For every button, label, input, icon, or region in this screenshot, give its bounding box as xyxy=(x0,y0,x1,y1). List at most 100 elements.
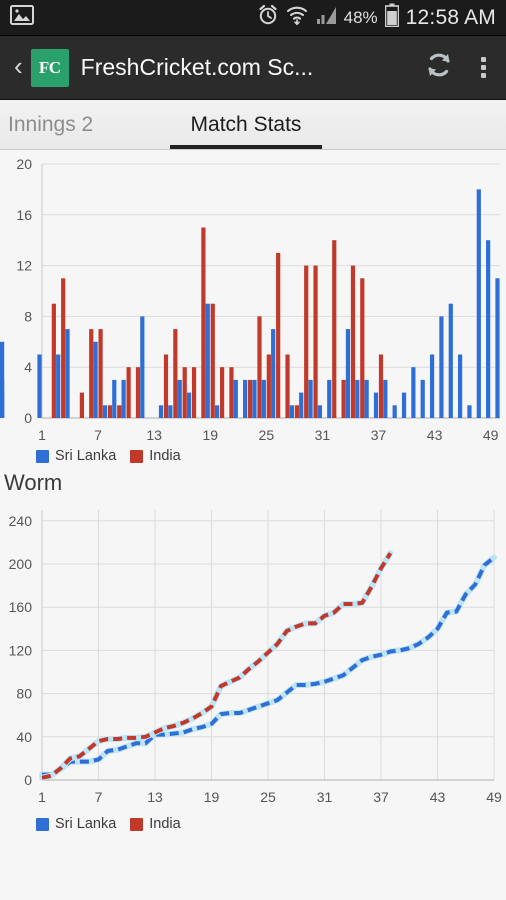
bar xyxy=(201,227,206,418)
bar xyxy=(243,379,248,418)
bar xyxy=(439,316,444,418)
y-axis-tick-label: 8 xyxy=(24,308,32,324)
bar xyxy=(467,405,472,418)
tab-innings-2[interactable]: Innings 2 xyxy=(0,100,162,149)
bar xyxy=(177,379,182,418)
tab-match-stats[interactable]: Match Stats xyxy=(162,100,330,149)
worm-chart-canvas: 0 40 80 120 160 200 240 1 7 13 19 25 31 37 43 49 xyxy=(9,510,502,805)
x-axis-tick-label: 1 xyxy=(38,789,46,805)
worm-line-chart: 0 40 80 120 160 200 240 1 7 13 19 25 31 37 43 49 xyxy=(0,498,506,818)
bar xyxy=(107,405,113,418)
x-axis-tick-label: 25 xyxy=(260,789,276,805)
back-button[interactable]: ‹ xyxy=(12,49,31,87)
bar xyxy=(93,341,98,418)
bar xyxy=(355,379,360,418)
legend-item-sri-lanka-worm: Sri Lanka xyxy=(36,816,116,832)
x-axis-tick-label: 31 xyxy=(317,789,333,805)
y-axis-tick-label: 80 xyxy=(16,686,32,702)
x-axis-tick-label: 43 xyxy=(430,789,446,805)
runs-per-over-bar-chart: 0 4 8 12 16 20 1 7 13 19 25 31 37 43 49 xyxy=(0,150,506,450)
y-axis-tick-label: 0 xyxy=(24,410,32,426)
bar xyxy=(210,303,215,418)
bar xyxy=(173,329,178,418)
bar xyxy=(276,252,281,418)
bar xyxy=(289,405,294,418)
bar-chart-legend: Sri Lanka India xyxy=(0,448,506,464)
bar xyxy=(266,354,271,418)
app-bar-actions xyxy=(419,46,494,89)
bar xyxy=(158,405,164,418)
bar xyxy=(140,316,145,418)
clock-label: 12:58 AM xyxy=(405,5,496,29)
bar xyxy=(294,405,299,418)
refresh-icon[interactable] xyxy=(419,46,459,89)
bar xyxy=(392,405,397,418)
tab-match-stats-label: Match Stats xyxy=(190,112,302,136)
tab-innings-2-label: Innings 2 xyxy=(8,112,94,136)
bar xyxy=(350,265,356,418)
bar-chart-canvas: 0 4 8 12 16 20 1 7 13 19 25 31 37 43 49 xyxy=(0,156,500,443)
y-axis-tick-label: 120 xyxy=(9,642,33,658)
x-axis-tick-label: 7 xyxy=(94,427,102,443)
legend-swatch-sri-lanka xyxy=(36,449,49,463)
bar xyxy=(102,405,108,418)
bar xyxy=(383,379,388,418)
status-bar-right-icons: 48% 12:58 AM xyxy=(257,3,496,32)
bar xyxy=(257,316,262,418)
x-axis-tick-label: 19 xyxy=(204,789,220,805)
bar xyxy=(304,265,309,418)
y-axis-tick-label: 240 xyxy=(9,513,33,529)
bar xyxy=(182,367,187,418)
bar xyxy=(61,278,66,418)
bar xyxy=(205,303,210,418)
bar xyxy=(458,354,463,418)
x-axis-tick-label: 19 xyxy=(202,427,218,443)
bar xyxy=(79,392,84,418)
y-axis-tick-label: 0 xyxy=(24,772,32,788)
x-axis-tick-label: 49 xyxy=(483,427,499,443)
bar xyxy=(37,354,42,418)
overflow-menu-icon[interactable] xyxy=(473,51,494,84)
bar xyxy=(495,278,500,418)
bar xyxy=(360,278,365,418)
x-axis-tick-label: 31 xyxy=(315,427,331,443)
bar xyxy=(89,329,94,418)
y-axis-tick-label: 160 xyxy=(9,599,33,615)
legend-item-sri-lanka: Sri Lanka xyxy=(36,448,116,464)
legend-swatch-india xyxy=(130,449,144,463)
worm-line xyxy=(41,552,393,780)
battery-icon xyxy=(384,3,399,32)
bar xyxy=(420,379,425,418)
legend-label-india-worm: India xyxy=(149,816,181,832)
bar xyxy=(65,329,70,418)
legend-label-sri-lanka: Sri Lanka xyxy=(55,448,117,464)
bar xyxy=(327,379,332,418)
bar xyxy=(117,405,122,418)
bar xyxy=(285,354,290,418)
x-axis-tick-label: 37 xyxy=(373,789,389,805)
x-axis-tick-label: 1 xyxy=(38,427,46,443)
worm-section-title: Worm xyxy=(4,470,63,495)
bar xyxy=(476,189,481,418)
tab-bar: Innings 2 Match Stats xyxy=(0,100,506,150)
y-axis-tick-label: 40 xyxy=(16,729,32,745)
bar xyxy=(429,354,435,418)
content-area[interactable]: 0 4 8 12 16 20 1 7 13 19 25 31 37 43 49 Sri Lanka Indi… xyxy=(0,150,506,900)
bar xyxy=(401,392,407,418)
legend-item-india: India xyxy=(130,448,181,464)
x-axis-tick-label: 25 xyxy=(259,427,275,443)
legend-swatch-sri-lanka-worm xyxy=(36,817,49,831)
bar xyxy=(345,329,351,418)
bar xyxy=(486,240,491,418)
bar xyxy=(186,392,192,418)
bar xyxy=(373,392,379,418)
alarm-icon xyxy=(257,4,279,31)
x-axis-tick-label: 43 xyxy=(427,427,443,443)
bar xyxy=(56,354,61,418)
x-axis-tick-label: 49 xyxy=(486,789,502,805)
bar xyxy=(299,392,304,418)
page-title: FreshCricket.com Sc... xyxy=(80,54,314,80)
bar xyxy=(411,367,416,418)
status-bar-left-icons xyxy=(10,5,34,30)
bar xyxy=(332,240,337,418)
